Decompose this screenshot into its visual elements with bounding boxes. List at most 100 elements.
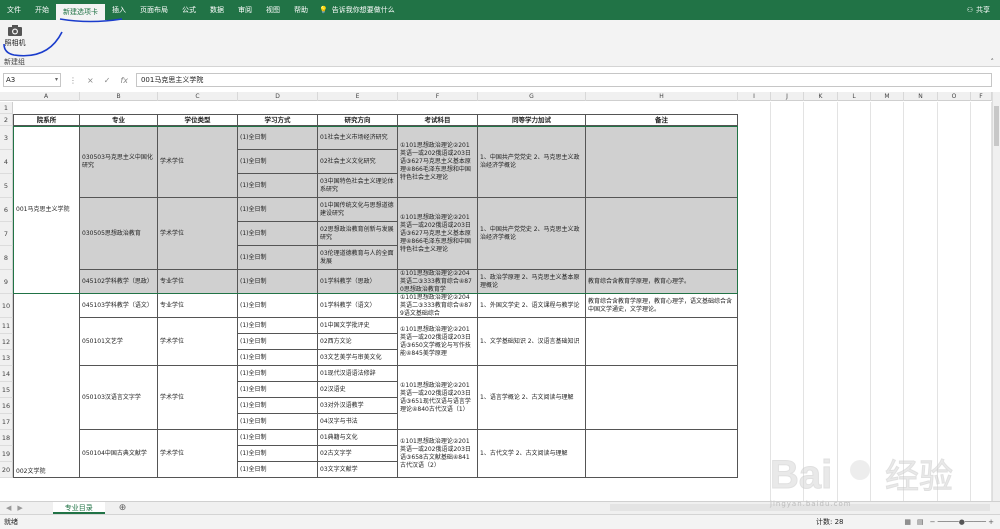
major-cell[interactable]: 050103汉语言文字学 xyxy=(80,366,158,430)
tab-0[interactable]: 文件 xyxy=(0,0,28,20)
column-header[interactable]: F xyxy=(971,92,992,101)
tab-1[interactable]: 开始 xyxy=(28,0,56,20)
direction-cell[interactable]: 03文艺美学与审美文化 xyxy=(318,350,398,366)
row-header[interactable]: 9 xyxy=(0,270,13,294)
column-header[interactable]: K xyxy=(804,92,838,101)
direction-cell[interactable]: 01现代汉语语法修辞 xyxy=(318,366,398,382)
column-header[interactable]: G xyxy=(478,92,586,101)
column-header[interactable]: D xyxy=(238,92,318,101)
exam-cell[interactable]: ①101思想政治理论②204英语二③333教育综合④870思想政治教育学 xyxy=(398,270,478,294)
exam-cell[interactable]: ①101思想政治理论②201英语一或202俄语或203日语③650文学概论与写作… xyxy=(398,318,478,366)
column-header[interactable]: N xyxy=(904,92,938,101)
study-mode-cell[interactable]: (1)全日制 xyxy=(238,462,318,478)
study-mode-cell[interactable]: (1)全日制 xyxy=(238,222,318,246)
extra-exam-cell[interactable]: 1、语言学概论 2、古文阅读与理解 xyxy=(478,366,586,430)
study-mode-cell[interactable]: (1)全日制 xyxy=(238,382,318,398)
vertical-scrollbar[interactable] xyxy=(992,92,1000,501)
direction-cell[interactable]: 04汉字与书法 xyxy=(318,414,398,430)
row-header[interactable]: 15 xyxy=(0,382,13,398)
direction-cell[interactable]: 02西方文论 xyxy=(318,334,398,350)
direction-cell[interactable]: 01社会主义市场经济研究 xyxy=(318,126,398,150)
column-header[interactable]: A xyxy=(13,92,80,101)
direction-cell[interactable]: 03文字文献学 xyxy=(318,462,398,478)
row-header[interactable]: 1 xyxy=(0,102,13,114)
prev-sheet-icon[interactable]: ◀ xyxy=(0,504,17,512)
row-header[interactable]: 5 xyxy=(0,174,13,198)
degree-cell[interactable]: 学术学位 xyxy=(158,126,238,198)
study-mode-cell[interactable]: (1)全日制 xyxy=(238,270,318,294)
column-header[interactable]: F xyxy=(398,92,478,101)
row-header[interactable]: 18 xyxy=(0,430,13,446)
direction-cell[interactable]: 01学科教学（思政） xyxy=(318,270,398,294)
study-mode-cell[interactable]: (1)全日制 xyxy=(238,446,318,462)
direction-cell[interactable]: 02汉语史 xyxy=(318,382,398,398)
tab-2[interactable]: 新建选项卡 xyxy=(56,4,105,20)
row-header[interactable]: 14 xyxy=(0,366,13,382)
formula-input[interactable]: 001马克思主义学院 xyxy=(135,73,992,87)
extra-exam-cell[interactable]: 1、外国文学史 2、语文课程与教学论 xyxy=(478,294,586,318)
row-header[interactable]: 16 xyxy=(0,398,13,414)
scroll-thumb[interactable] xyxy=(994,106,999,146)
dept-cell[interactable]: 001马克思主义学院 xyxy=(13,126,80,294)
degree-cell[interactable]: 学术学位 xyxy=(158,430,238,478)
extra-exam-cell[interactable]: 1、古代文学 2、古文阅读与理解 xyxy=(478,430,586,478)
camera-button[interactable]: 照相机 xyxy=(3,24,27,50)
row-header[interactable]: 8 xyxy=(0,246,13,270)
study-mode-cell[interactable]: (1)全日制 xyxy=(238,246,318,270)
table-header-cell[interactable]: 考试科目 xyxy=(398,114,478,126)
direction-cell[interactable]: 01中国传统文化与思想道德建设研究 xyxy=(318,198,398,222)
degree-cell[interactable]: 专业学位 xyxy=(158,270,238,294)
column-header[interactable]: I xyxy=(738,92,771,101)
major-cell[interactable]: 030505思想政治教育 xyxy=(80,198,158,270)
row-header[interactable]: 19 xyxy=(0,446,13,462)
direction-cell[interactable]: 02思想政治教育创新与发展研究 xyxy=(318,222,398,246)
row-header[interactable]: 2 xyxy=(0,114,13,126)
row-header[interactable]: 7 xyxy=(0,222,13,246)
add-sheet-icon[interactable]: ⊕ xyxy=(119,503,127,513)
direction-cell[interactable]: 03伦理道德教育与人的全面发展 xyxy=(318,246,398,270)
note-cell[interactable] xyxy=(586,430,738,478)
table-header-cell[interactable]: 院系所 xyxy=(13,114,80,126)
column-header[interactable]: L xyxy=(838,92,871,101)
column-header[interactable]: B xyxy=(80,92,158,101)
table-header-cell[interactable]: 同等学力加试 xyxy=(478,114,586,126)
note-cell[interactable]: 教育综合含教育学原理，教育心理学，语文基础综合含中国文学通史，文学理论。 xyxy=(586,294,738,318)
tab-9[interactable]: 帮助 xyxy=(287,0,315,20)
degree-cell[interactable]: 学术学位 xyxy=(158,198,238,270)
function-icon[interactable]: fx xyxy=(120,76,128,85)
tell-me-box[interactable]: 💡 告诉我你想要做什么 xyxy=(319,5,395,15)
note-cell[interactable] xyxy=(586,198,738,270)
study-mode-cell[interactable]: (1)全日制 xyxy=(238,398,318,414)
tab-4[interactable]: 页面布局 xyxy=(133,0,175,20)
direction-cell[interactable]: 01典籍与文化 xyxy=(318,430,398,446)
sheet-tab[interactable]: 专业目录 xyxy=(52,502,105,514)
study-mode-cell[interactable]: (1)全日制 xyxy=(238,150,318,174)
study-mode-cell[interactable]: (1)全日制 xyxy=(238,430,318,446)
dept-cell[interactable]: 002文学院 xyxy=(13,294,80,478)
direction-cell[interactable]: 03中国特色社会主义理论体系研究 xyxy=(318,174,398,198)
extra-exam-cell[interactable]: 1、中国共产党党史 2、马克思主义政治经济学概论 xyxy=(478,198,586,270)
direction-cell[interactable]: 01学科教学（语文） xyxy=(318,294,398,318)
major-cell[interactable]: 045103学科教学（语文） xyxy=(80,294,158,318)
tab-3[interactable]: 插入 xyxy=(105,0,133,20)
study-mode-cell[interactable]: (1)全日制 xyxy=(238,318,318,334)
spreadsheet-grid[interactable]: A B C D E F G H I J K L M N O F 1 2 3 4 5 6 7 8 9 10 11 12 13 14 15 16 1… xyxy=(0,92,992,501)
study-mode-cell[interactable]: (1)全日制 xyxy=(238,174,318,198)
normal-view-icon[interactable]: ▦ xyxy=(904,518,911,526)
degree-cell[interactable]: 学术学位 xyxy=(158,318,238,366)
extra-exam-cell[interactable]: 1、文学基础知识 2、汉语言基础知识 xyxy=(478,318,586,366)
column-header[interactable]: M xyxy=(871,92,904,101)
column-header[interactable]: H xyxy=(586,92,738,101)
extra-exam-cell[interactable]: 1、中国共产党党史 2、马克思主义政治经济学概论 xyxy=(478,126,586,198)
tab-6[interactable]: 数据 xyxy=(203,0,231,20)
chevron-down-icon[interactable]: ▾ xyxy=(55,74,58,86)
note-cell[interactable] xyxy=(586,126,738,198)
column-header[interactable]: J xyxy=(771,92,804,101)
extra-exam-cell[interactable]: 1、政治学原理 2、马克思主义基本原理概论 xyxy=(478,270,586,294)
exam-cell[interactable]: ①101思想政治理论②204英语二③333教育综合④879语文基础综合 xyxy=(398,294,478,318)
study-mode-cell[interactable]: (1)全日制 xyxy=(238,198,318,222)
collapse-ribbon-icon[interactable]: ˄ xyxy=(991,58,995,66)
major-cell[interactable]: 050101文艺学 xyxy=(80,318,158,366)
page-layout-icon[interactable]: ▤ xyxy=(917,518,924,526)
column-header[interactable]: E xyxy=(318,92,398,101)
